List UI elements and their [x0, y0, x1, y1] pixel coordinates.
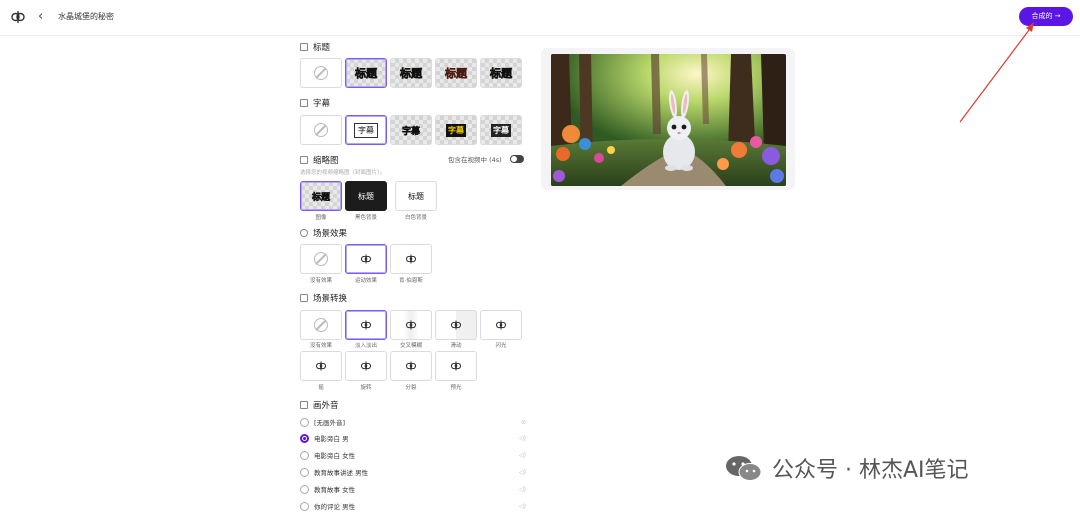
radio-button[interactable]	[300, 450, 309, 460]
transition-flash[interactable]	[480, 310, 522, 340]
none-icon	[314, 318, 328, 332]
wechat-icon	[726, 456, 762, 481]
app-logo-icon	[405, 320, 417, 330]
transition-none[interactable]	[300, 310, 342, 340]
project-title: 水晶城堡的秘密	[58, 12, 114, 21]
title-section-icon	[300, 43, 308, 51]
watermark-text: 公众号 · 林杰AI笔记	[772, 458, 969, 483]
transition-shake[interactable]	[300, 351, 342, 381]
subtitle-option-yellow[interactable]: 字幕	[435, 115, 477, 145]
radio-button[interactable]	[300, 467, 309, 477]
scene-effect-none[interactable]	[300, 244, 342, 274]
thumbnail-preview-image[interactable]	[551, 54, 786, 186]
voiceover-option[interactable]: 教育故事讲述 男性 ◁)	[300, 466, 526, 478]
none-icon	[314, 123, 328, 137]
thumbnail-option-image[interactable]: 标题	[300, 181, 342, 211]
speaker-icon[interactable]: ◁)	[519, 435, 526, 442]
app-logo-icon	[405, 254, 417, 264]
thumbnail-option-black[interactable]: 标题	[345, 181, 387, 211]
speaker-icon[interactable]: ◁)	[519, 503, 526, 510]
include-in-video-toggle[interactable]	[510, 155, 524, 163]
radio-button-selected[interactable]	[300, 433, 309, 443]
speaker-icon[interactable]: ◁)	[519, 469, 526, 476]
title-option-red[interactable]: 标题	[435, 58, 477, 88]
title-option-none[interactable]	[300, 58, 342, 88]
voiceover-option[interactable]: [无画外音] ⊘	[300, 416, 526, 428]
app-logo-icon	[495, 320, 507, 330]
transition-section-heading: 场景转换	[300, 292, 347, 304]
scene-effect-section-heading: 场景效果	[300, 227, 347, 239]
app-logo-icon	[360, 320, 372, 330]
app-logo-icon	[450, 361, 462, 371]
transition-prelight[interactable]	[435, 351, 477, 381]
subtitle-section-heading: 字幕	[300, 97, 330, 109]
transition-fade[interactable]	[345, 310, 387, 340]
thumbnail-section-icon	[300, 156, 308, 164]
back-icon[interactable]: ‹	[38, 9, 43, 25]
settings-panel: 标题 标题 标题 标题 标题 字幕 字幕 字幕 字幕 字幕 缩略图 包含在视频中…	[300, 41, 526, 512]
transition-section-icon	[300, 294, 308, 302]
subtitle-option-none[interactable]	[300, 115, 342, 145]
voiceover-section-heading: 画外音	[300, 399, 339, 411]
subtitle-section-icon	[300, 99, 308, 107]
voiceover-option[interactable]: 教育故事 女性 ◁)	[300, 483, 526, 495]
watermark: 公众号 · 林杰AI笔记	[724, 452, 969, 484]
title-option-yellow[interactable]: 标题	[390, 58, 432, 88]
speaker-icon[interactable]: ◁)	[519, 452, 526, 459]
app-logo-icon	[360, 254, 372, 264]
top-header: ‹ 水晶城堡的秘密 合成的 →	[0, 0, 1080, 36]
voiceover-option[interactable]: 电影旁白 女性 ◁)	[300, 449, 526, 461]
app-logo-icon[interactable]	[10, 9, 26, 25]
none-icon	[314, 66, 328, 80]
voiceover-section-icon	[300, 401, 308, 409]
radio-button[interactable]	[300, 417, 309, 427]
subtitle-option-dark[interactable]: 字幕	[480, 115, 522, 145]
title-option-white[interactable]: 标题	[345, 58, 387, 88]
app-logo-icon	[360, 361, 372, 371]
none-icon	[314, 252, 328, 266]
include-in-video-label: 包含在视频中 (4s)	[448, 156, 502, 164]
app-logo-icon	[405, 361, 417, 371]
thumbnail-section-heading: 缩略图	[300, 154, 339, 166]
radio-button[interactable]	[300, 501, 309, 511]
voiceover-option[interactable]: 你的评论 男性 ◁)	[300, 500, 526, 512]
transition-slide[interactable]	[435, 310, 477, 340]
transition-split[interactable]	[390, 351, 432, 381]
speaker-icon[interactable]: ◁)	[519, 486, 526, 493]
subtitle-option-outline[interactable]: 字幕	[390, 115, 432, 145]
voiceover-option[interactable]: 电影旁白 男 ◁)	[300, 432, 526, 444]
disabled-icon: ⊘	[520, 418, 526, 426]
title-section-heading: 标题	[300, 41, 330, 53]
thumbnail-hint: 选择您的视频缩略图（封面图片）。	[300, 170, 386, 176]
transition-cross-blur[interactable]	[390, 310, 432, 340]
forest-bunny-illustration	[551, 54, 786, 186]
app-logo-icon	[315, 361, 327, 371]
subtitle-option-boxed[interactable]: 字幕	[345, 115, 387, 145]
scene-effect-motion[interactable]	[345, 244, 387, 274]
app-logo-icon	[450, 320, 462, 330]
thumbnail-option-white[interactable]: 标题	[395, 181, 437, 211]
star-icon	[300, 229, 308, 237]
scene-effect-ken-burns[interactable]	[390, 244, 432, 274]
title-option-green[interactable]: 标题	[480, 58, 522, 88]
transition-rotate[interactable]	[345, 351, 387, 381]
radio-button[interactable]	[300, 484, 309, 494]
next-button[interactable]: 合成的 →	[1019, 7, 1073, 26]
